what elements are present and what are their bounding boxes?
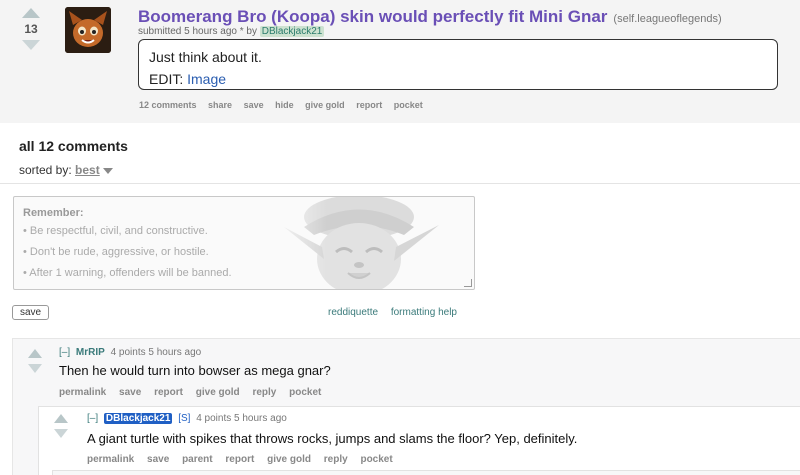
post-buttons: 12 comments share save hide give gold re… [139,100,432,110]
permalink-button[interactable]: permalink [87,454,134,465]
comment-vote [53,414,69,438]
comment-author[interactable]: DBlackjack21 [103,413,173,424]
downvote-icon[interactable] [22,40,40,50]
selftext-line: Just think about it. [149,49,262,65]
comment-rules: Remember: • Be respectful, civil, and co… [23,205,232,284]
comment-tagline: [–] MrRIP 4 points 5 hours ago [59,347,201,358]
post-title-text[interactable]: Boomerang Bro (Koopa) skin would perfect… [138,7,607,26]
comment: [–] MrRIP 4 points 5 hours ago Then he w… [12,338,800,475]
chevron-down-icon[interactable] [102,167,113,174]
permalink-button[interactable]: permalink [59,387,106,398]
resize-handle[interactable] [464,279,472,287]
give-gold-button[interactable]: give gold [305,100,345,110]
sort-label: sorted by: [19,163,72,177]
reply-button[interactable]: reply [324,454,348,465]
rule-item: • Don't be rude, aggressive, or hostile. [23,246,209,258]
give-gold-button[interactable]: give gold [267,454,311,465]
share-button[interactable]: share [208,100,232,110]
comments-title: all 12 comments [19,138,128,154]
post-selftext: Just think about it. EDIT: Image [138,39,778,90]
comment-buttons: permalink save report give gold reply po… [59,387,331,398]
reply-button[interactable]: reply [252,387,276,398]
comment-meta: 4 points 5 hours ago [196,413,287,424]
post-domain[interactable]: (self.leagueoflegends) [613,13,721,25]
comment-tagline: [–] DBlackjack21 [S] 4 points 5 hours ag… [87,413,287,424]
pocket-button[interactable]: pocket [360,454,392,465]
post-header: 13 Boomerang Bro (Koopa) skin would perf… [0,0,800,123]
upvote-icon[interactable] [22,8,40,18]
post-score: 13 [24,22,38,36]
save-button[interactable]: save [119,387,141,398]
parent-button[interactable]: parent [182,454,213,465]
report-button[interactable]: report [356,100,382,110]
collapse-toggle[interactable]: [–] [59,347,70,358]
comment-meta: 4 points 5 hours ago [110,347,202,358]
help-links: reddiquette formatting help [328,307,467,318]
post-tagline: submitted 5 hours ago * by DBlackjack21 [138,26,325,37]
hide-button[interactable]: hide [275,100,294,110]
comment-body: A giant turtle with spikes that throws r… [87,431,578,446]
sort-value[interactable]: best [75,163,100,177]
submitter-tag: [S] [178,413,191,424]
rules-title: Remember: [23,207,84,219]
comment: [–] DBlackjack21 [S] 4 points 5 hours ag… [38,406,800,475]
downvote-icon[interactable] [54,429,68,438]
report-button[interactable]: report [225,454,254,465]
post-thumbnail[interactable] [65,7,111,53]
report-button[interactable]: report [154,387,183,398]
save-button[interactable]: save [147,454,169,465]
formatting-help-link[interactable]: formatting help [391,307,457,318]
comment-textarea[interactable]: Remember: • Be respectful, civil, and co… [13,196,475,290]
divider [0,183,800,184]
reddiquette-link[interactable]: reddiquette [328,307,378,318]
selftext-edit-line: EDIT: Image [149,68,767,90]
sort-selector[interactable]: sorted by: best [19,163,113,177]
image-link[interactable]: Image [187,71,226,87]
give-gold-button[interactable]: give gold [196,387,240,398]
post-title[interactable]: Boomerang Bro (Koopa) skin would perfect… [138,7,722,27]
comment-author[interactable]: MrRIP [76,347,105,358]
submitted-text: submitted 5 hours ago * by [138,26,257,37]
comments-link[interactable]: 12 comments [139,100,197,110]
selftext-edit-label: EDIT: [149,71,184,87]
collapse-toggle[interactable]: [–] [87,413,98,424]
save-comment-button[interactable]: save [12,305,49,320]
rule-item: • After 1 warning, offenders will be ban… [23,267,232,279]
save-post-button[interactable]: save [244,100,264,110]
teemo-watermark-icon [264,197,474,289]
downvote-icon[interactable] [28,364,42,373]
nested-comment-edge [52,470,800,475]
comment-vote [27,349,43,373]
comment-buttons: permalink save parent report give gold r… [87,454,403,465]
upvote-icon[interactable] [28,349,42,358]
rule-item: • Be respectful, civil, and constructive… [23,225,208,237]
post-vote: 13 [21,8,41,50]
gnar-thumbnail-icon [65,7,111,53]
upvote-icon[interactable] [54,414,68,423]
pocket-button[interactable]: pocket [289,387,321,398]
post-author-link[interactable]: DBlackjack21 [259,26,325,37]
comment-body: Then he would turn into bowser as mega g… [59,363,331,378]
pocket-button[interactable]: pocket [394,100,423,110]
